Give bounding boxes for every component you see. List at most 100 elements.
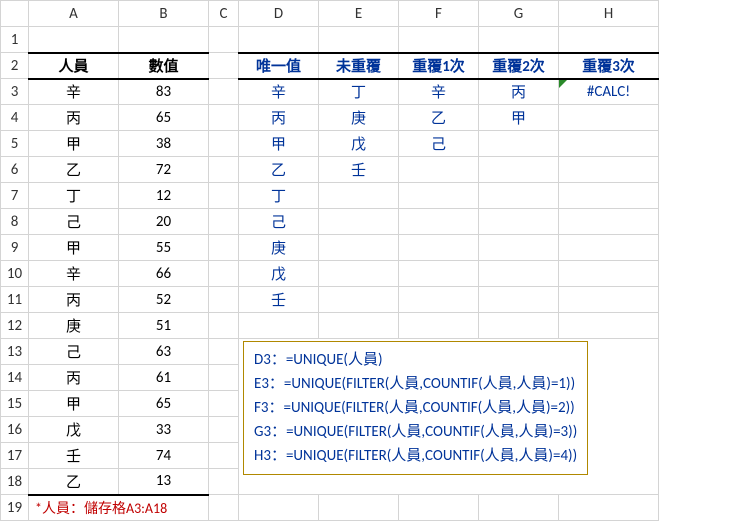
- cell[interactable]: [399, 235, 479, 261]
- row-header[interactable]: 10: [1, 261, 29, 287]
- cell[interactable]: [209, 495, 239, 521]
- cell[interactable]: 乙: [399, 105, 479, 131]
- cell[interactable]: 庚: [29, 313, 119, 339]
- cell[interactable]: 壬: [319, 157, 399, 183]
- header-unique[interactable]: 唯一值: [239, 53, 319, 79]
- cell[interactable]: 66: [119, 261, 209, 287]
- cell[interactable]: 20: [119, 209, 209, 235]
- cell[interactable]: [559, 27, 659, 53]
- cell[interactable]: [209, 157, 239, 183]
- row-header[interactable]: 1: [1, 27, 29, 53]
- cell[interactable]: [479, 183, 559, 209]
- cell[interactable]: [209, 469, 239, 495]
- cell[interactable]: [399, 287, 479, 313]
- cell[interactable]: 己: [29, 339, 119, 365]
- cell[interactable]: [479, 261, 559, 287]
- cell[interactable]: 63: [119, 339, 209, 365]
- header-value[interactable]: 數值: [119, 53, 209, 79]
- cell[interactable]: [209, 339, 239, 365]
- cell[interactable]: 乙: [29, 157, 119, 183]
- cell[interactable]: [209, 27, 239, 53]
- cell[interactable]: [479, 157, 559, 183]
- cell[interactable]: 甲: [29, 235, 119, 261]
- cell[interactable]: 13: [119, 469, 209, 495]
- cell[interactable]: [559, 105, 659, 131]
- cell[interactable]: [399, 495, 479, 521]
- cell[interactable]: [559, 209, 659, 235]
- col-header[interactable]: E: [319, 1, 399, 27]
- cell[interactable]: 己: [29, 209, 119, 235]
- cell[interactable]: [399, 261, 479, 287]
- corner-cell[interactable]: [1, 1, 29, 27]
- cell[interactable]: 戊: [319, 131, 399, 157]
- cell[interactable]: [559, 131, 659, 157]
- cell[interactable]: [559, 157, 659, 183]
- cell[interactable]: [479, 209, 559, 235]
- cell[interactable]: 72: [119, 157, 209, 183]
- row-header[interactable]: 2: [1, 53, 29, 79]
- cell[interactable]: 辛: [239, 79, 319, 105]
- cell[interactable]: [209, 53, 239, 79]
- spreadsheet[interactable]: A B C D E F G H 1 2 人員 數值 唯一值 未重覆 重覆1次 重…: [0, 0, 659, 521]
- cell[interactable]: 丁: [319, 79, 399, 105]
- cell[interactable]: 丁: [29, 183, 119, 209]
- cell[interactable]: [399, 209, 479, 235]
- cell[interactable]: 55: [119, 235, 209, 261]
- cell[interactable]: 65: [119, 391, 209, 417]
- row-header[interactable]: 6: [1, 157, 29, 183]
- row-header[interactable]: 15: [1, 391, 29, 417]
- header-repeat1[interactable]: 重覆1次: [399, 53, 479, 79]
- row-header[interactable]: 13: [1, 339, 29, 365]
- cell[interactable]: 乙: [29, 469, 119, 495]
- calc-error-cell[interactable]: #CALC!: [559, 79, 659, 105]
- row-header[interactable]: 19: [1, 495, 29, 521]
- cell[interactable]: [209, 131, 239, 157]
- cell[interactable]: 甲: [29, 131, 119, 157]
- cell[interactable]: [319, 313, 399, 339]
- cell[interactable]: [479, 495, 559, 521]
- cell[interactable]: [559, 287, 659, 313]
- cell[interactable]: [209, 261, 239, 287]
- cell[interactable]: [319, 495, 399, 521]
- cell[interactable]: [239, 313, 319, 339]
- header-repeat3[interactable]: 重覆3次: [559, 53, 659, 79]
- cell[interactable]: [319, 261, 399, 287]
- cell[interactable]: [479, 131, 559, 157]
- cell[interactable]: [559, 495, 659, 521]
- col-header[interactable]: C: [209, 1, 239, 27]
- row-header[interactable]: 14: [1, 365, 29, 391]
- cell[interactable]: 丙: [29, 105, 119, 131]
- col-header[interactable]: F: [399, 1, 479, 27]
- cell[interactable]: [479, 27, 559, 53]
- cell[interactable]: 12: [119, 183, 209, 209]
- cell[interactable]: [239, 495, 319, 521]
- cell[interactable]: [559, 235, 659, 261]
- cell[interactable]: [209, 235, 239, 261]
- cell[interactable]: 戊: [29, 417, 119, 443]
- col-header[interactable]: B: [119, 1, 209, 27]
- row-header[interactable]: 16: [1, 417, 29, 443]
- cell[interactable]: 己: [399, 131, 479, 157]
- row-header[interactable]: 8: [1, 209, 29, 235]
- cell[interactable]: [209, 209, 239, 235]
- row-header[interactable]: 17: [1, 443, 29, 469]
- row-header[interactable]: 18: [1, 469, 29, 495]
- col-header[interactable]: A: [29, 1, 119, 27]
- cell[interactable]: 丙: [29, 365, 119, 391]
- row-header[interactable]: 11: [1, 287, 29, 313]
- row-header[interactable]: 9: [1, 235, 29, 261]
- row-header[interactable]: 4: [1, 105, 29, 131]
- cell[interactable]: 辛: [29, 79, 119, 105]
- cell[interactable]: 戊: [239, 261, 319, 287]
- cell[interactable]: 52: [119, 287, 209, 313]
- cell[interactable]: 38: [119, 131, 209, 157]
- cell[interactable]: D3：=UNIQUE(人員) E3：=UNIQUE(FILTER(人員,COUN…: [239, 339, 659, 495]
- cell[interactable]: [319, 287, 399, 313]
- cell[interactable]: [399, 313, 479, 339]
- col-header[interactable]: H: [559, 1, 659, 27]
- cell[interactable]: 61: [119, 365, 209, 391]
- cell[interactable]: 庚: [319, 105, 399, 131]
- cell[interactable]: [559, 183, 659, 209]
- cell[interactable]: [319, 183, 399, 209]
- cell[interactable]: [119, 27, 209, 53]
